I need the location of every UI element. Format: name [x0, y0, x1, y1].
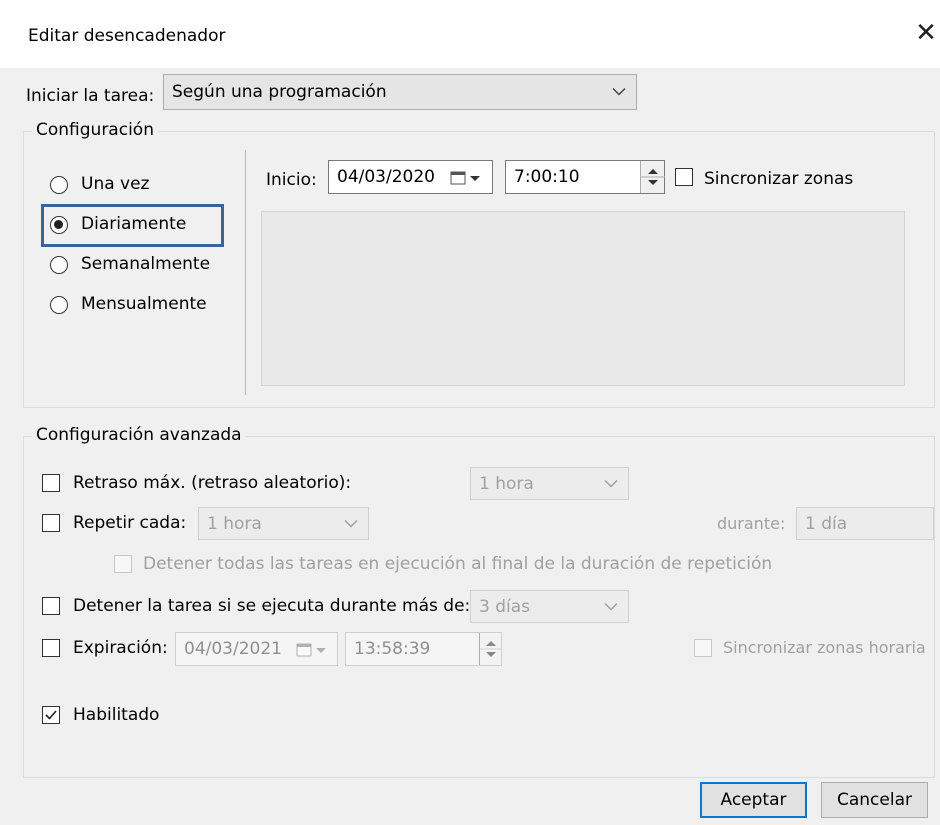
- spin-up-down-icon[interactable]: [480, 633, 502, 665]
- calendar-icon[interactable]: [296, 642, 328, 658]
- expiration-checkbox[interactable]: [42, 639, 60, 657]
- dialog-title: Editar desencadenador: [28, 26, 226, 46]
- stop-if-checkbox[interactable]: [42, 597, 60, 615]
- repeat-value: 1 hora: [207, 513, 262, 534]
- time-spinner[interactable]: [640, 161, 665, 193]
- start-task-dropdown[interactable]: Según una programación: [163, 74, 637, 110]
- chevron-down-icon: [612, 87, 626, 96]
- start-time-input[interactable]: 7:00:10: [505, 160, 665, 194]
- radio-circle[interactable]: [50, 296, 68, 314]
- stop-all-label: Detener todas las tareas en ejecución al…: [143, 554, 773, 574]
- duration-value: 1 día: [805, 513, 848, 534]
- sync-tz-label: Sincronizar zonas horaria: [723, 638, 926, 657]
- expiration-date-picker[interactable]: 04/03/2021: [175, 632, 338, 666]
- max-delay-dropdown[interactable]: 1 hora: [470, 467, 629, 500]
- start-date-value: 04/03/2020: [337, 167, 435, 187]
- duration-label: durante:: [717, 514, 786, 533]
- time-spinner[interactable]: [479, 633, 502, 665]
- expiration-time-value: 13:58:39: [354, 639, 431, 659]
- max-delay-label: Retraso máx. (retraso aleatorio):: [73, 473, 352, 493]
- start-task-label: Iniciar la tarea:: [26, 86, 155, 106]
- checkmark-icon: [45, 710, 57, 720]
- stop-if-dropdown[interactable]: 3 días: [470, 590, 629, 623]
- calendar-icon[interactable]: [450, 170, 482, 186]
- enabled-checkbox[interactable]: [42, 706, 60, 724]
- advanced-legend: Configuración avanzada: [32, 425, 246, 445]
- max-delay-checkbox[interactable]: [42, 474, 60, 492]
- radio-monthly-label: Mensualmente: [81, 294, 207, 314]
- spin-up-down-icon[interactable]: [641, 161, 665, 193]
- expiration-time-input[interactable]: 13:58:39: [345, 632, 502, 666]
- start-date-picker[interactable]: 04/03/2020: [328, 160, 493, 194]
- sync-zones-label: Sincronizar zonas: [704, 169, 854, 189]
- repeat-label: Repetir cada:: [73, 513, 187, 533]
- radio-circle[interactable]: [50, 256, 68, 274]
- stop-if-value: 3 días: [479, 596, 531, 617]
- expiration-date-value: 04/03/2021: [184, 639, 282, 659]
- accept-button[interactable]: Aceptar: [700, 782, 807, 818]
- enabled-label: Habilitado: [73, 705, 160, 725]
- radio-once-label: Una vez: [81, 174, 150, 194]
- repeat-dropdown[interactable]: 1 hora: [198, 507, 369, 540]
- chevron-down-icon: [604, 479, 618, 488]
- start-time-value: 7:00:10: [514, 167, 580, 187]
- config-divider: [245, 150, 246, 395]
- max-delay-value: 1 hora: [479, 473, 534, 494]
- selection-highlight: [41, 204, 224, 247]
- radio-circle[interactable]: [50, 176, 68, 194]
- close-icon[interactable]: ✕: [911, 18, 940, 48]
- chevron-down-icon: [604, 602, 618, 611]
- schedule-details-panel: [261, 211, 905, 386]
- duration-dropdown[interactable]: 1 día: [796, 507, 934, 540]
- chevron-down-icon: [344, 519, 358, 528]
- repeat-checkbox[interactable]: [42, 514, 60, 532]
- start-task-value: Según una programación: [172, 82, 387, 102]
- expiration-label: Expiración:: [73, 638, 168, 658]
- config-legend: Configuración: [32, 120, 158, 140]
- stop-all-checkbox[interactable]: [114, 555, 132, 573]
- start-label: Inicio:: [266, 170, 317, 190]
- sync-zones-checkbox[interactable]: [675, 168, 693, 186]
- stop-if-label: Detener la tarea si se ejecuta durante m…: [73, 596, 471, 616]
- radio-weekly-label: Semanalmente: [81, 254, 211, 274]
- sync-tz-checkbox[interactable]: [694, 639, 712, 657]
- cancel-button[interactable]: Cancelar: [821, 782, 928, 818]
